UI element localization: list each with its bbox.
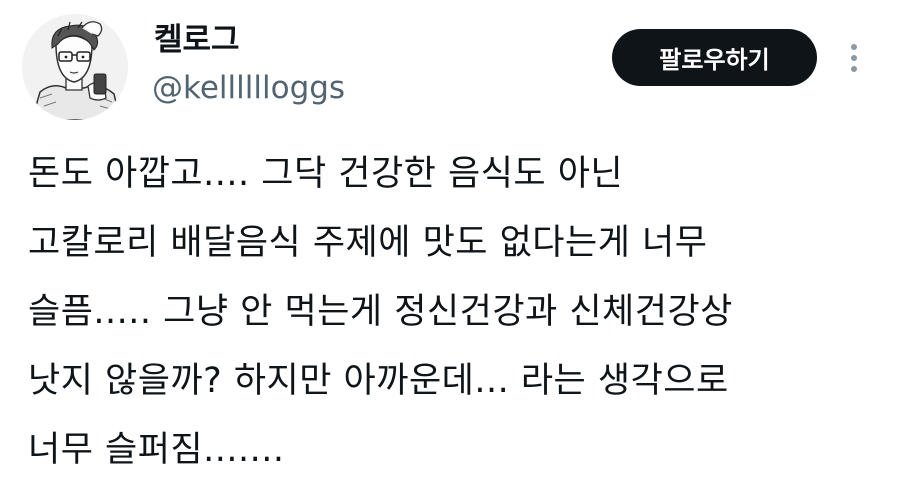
display-name[interactable]: 켈로그 [154, 20, 240, 60]
avatar[interactable] [22, 14, 128, 120]
follow-button[interactable]: 팔로우하기 [612, 29, 817, 86]
more-options-button[interactable] [838, 36, 870, 80]
follow-button-label: 팔로우하기 [659, 46, 770, 74]
tweet-text: 돈도 아깝고.... 그닥 건강한 음식도 아닌 고칼로리 배달음식 주제에 맛… [28, 140, 888, 485]
tweet-line: 슬픔..... 그냥 안 먹는게 정신건강과 신체건강상 [28, 292, 733, 332]
tweet-line: 너무 슬퍼짐....... [28, 430, 285, 470]
tweet-line: 돈도 아깝고.... 그닥 건강한 음식도 아닌 [28, 154, 624, 194]
avatar-illustration [22, 14, 128, 120]
user-handle[interactable]: @kelllllloggs [152, 68, 345, 108]
tweet-line: 고칼로리 배달음식 주제에 맛도 없다는게 너무 [28, 223, 708, 263]
tweet-line: 낫지 않을까? 하지만 아까운데... 라는 생각으로 [28, 361, 729, 401]
more-vertical-icon [851, 44, 857, 72]
